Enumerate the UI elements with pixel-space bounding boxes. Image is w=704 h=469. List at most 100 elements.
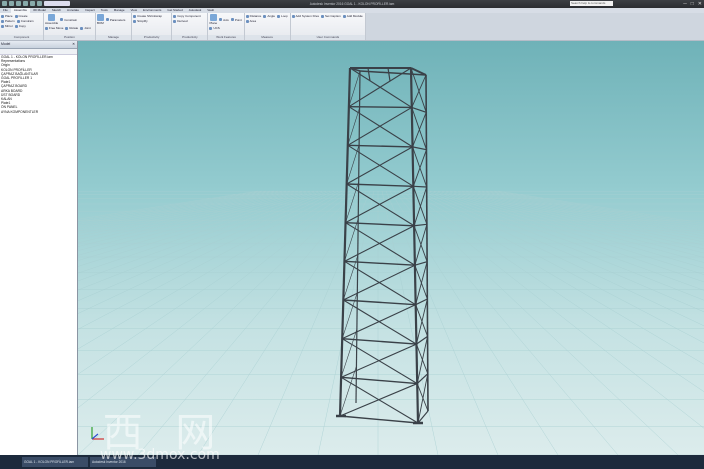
tower-brace xyxy=(346,183,415,227)
bom-button[interactable]: BOM xyxy=(96,14,104,25)
loop-button[interactable]: Loop xyxy=(277,14,288,18)
taskbar-item-document[interactable]: GOAL 1 - KOLON PROFİLLER.iam xyxy=(22,457,88,467)
ribbon-button-label: Add Module xyxy=(346,14,363,18)
ribbon-panel-label[interactable]: Component xyxy=(0,35,44,40)
ribbon-button-label: Angle xyxy=(267,14,276,18)
ribbon-panel-position: Assemble Constrain Free Move Rotate Joint Pos… xyxy=(44,13,96,40)
grid-line xyxy=(469,190,704,240)
grid-line xyxy=(417,190,704,327)
constrain-button[interactable]: Constrain xyxy=(16,19,34,23)
copy-component-button[interactable]: Copy Component xyxy=(173,14,201,18)
ribbon-panel-label[interactable]: Work Features xyxy=(208,35,244,40)
ribbon-button-label: Pattern xyxy=(5,19,15,23)
model-canvas[interactable] xyxy=(78,41,704,455)
ribbon-panel-measure: Distance Angle Loop Area Measure xyxy=(244,13,291,40)
ribbon-button-label: Assemble xyxy=(45,21,59,25)
ribbon-button-label: Set Caption xyxy=(325,14,341,18)
derived-button[interactable]: Derived xyxy=(173,19,188,23)
rotate-button[interactable]: Rotate xyxy=(65,26,78,30)
axis-button[interactable]: Axis xyxy=(219,14,229,25)
mirror-icon xyxy=(1,24,4,28)
maximize-button[interactable]: □ xyxy=(691,0,694,8)
title-bar: Autodesk Inventor 2016 GOAL 1 - KOLON PR… xyxy=(0,0,704,8)
distance-button[interactable]: Distance xyxy=(245,14,262,18)
tower-brace xyxy=(340,343,417,378)
joint-button[interactable]: Joint xyxy=(80,26,91,30)
ribbon-button-label: Create xyxy=(18,14,28,18)
axis-icon xyxy=(219,18,223,21)
copy-button[interactable]: Copy xyxy=(14,24,26,28)
place-button[interactable]: Place xyxy=(1,14,13,18)
add-module-button[interactable]: Add Module xyxy=(342,14,363,18)
grid-line xyxy=(457,190,704,250)
help-search-input[interactable]: Search help & commands xyxy=(570,1,613,6)
area-button[interactable]: Area xyxy=(245,19,257,23)
tower-brace xyxy=(412,146,428,188)
set-caption-icon xyxy=(321,14,325,18)
ribbon-panel-label[interactable]: Manage xyxy=(95,35,132,40)
ribbon-panel-label[interactable]: Productivity xyxy=(172,35,208,40)
tower-brace xyxy=(340,329,358,378)
grid-line xyxy=(453,190,704,254)
tower-brace xyxy=(416,383,429,412)
ribbon-button-label: Copy Component xyxy=(177,14,201,18)
ribbon-button-label: Free Move xyxy=(49,26,64,30)
ribbon-panel-label[interactable]: Measure xyxy=(244,35,290,40)
ribbon-button-label: BOM xyxy=(96,21,104,25)
tower-leg xyxy=(425,74,429,412)
ribbon-panel-label[interactable]: Productivity xyxy=(132,35,172,40)
point-icon xyxy=(230,18,234,21)
ribbon-button-label: Point xyxy=(234,17,242,22)
derived-icon xyxy=(173,19,177,23)
tower-horizontal xyxy=(415,298,428,306)
ribbon-panel-work-features: Plane Axis Point UCS Work Features xyxy=(208,13,245,40)
create-shrinkwrap-button[interactable]: Create Shrinkwrap xyxy=(133,14,162,18)
tower-horizontal xyxy=(413,185,427,188)
distance-icon xyxy=(245,14,249,18)
grid-line xyxy=(413,190,704,344)
constrain-button[interactable]: Constrain xyxy=(60,14,77,25)
add-module-icon xyxy=(342,14,346,18)
browser-node[interactable]: AYNA KOMPONENTLER xyxy=(1,110,77,114)
ribbon-button-label: Axis xyxy=(223,17,229,22)
minimize-button[interactable]: ─ xyxy=(683,0,687,8)
plane-button[interactable]: Plane xyxy=(209,14,217,25)
ribbon-panel-manage: BOM Parameters Manage xyxy=(95,13,133,40)
angle-button[interactable]: Angle xyxy=(263,14,275,18)
tower-brace xyxy=(411,74,427,108)
assemble-button[interactable]: Assemble xyxy=(45,14,58,25)
tower-brace xyxy=(415,304,428,337)
area-icon xyxy=(245,19,249,23)
ribbon-button-label: Distance xyxy=(249,14,262,18)
set-caption-button[interactable]: Set Caption xyxy=(321,14,341,18)
free-move-icon xyxy=(45,26,49,30)
ribbon-button-label: Parameters xyxy=(109,17,126,22)
ribbon-button-label: Area xyxy=(249,19,257,23)
pattern-icon xyxy=(1,19,4,23)
graphics-viewport[interactable] xyxy=(78,41,704,455)
grid-line xyxy=(257,190,371,455)
parameters-button[interactable]: Parameters xyxy=(105,14,126,25)
tower-brace xyxy=(414,265,428,300)
mirror-button[interactable]: Mirror xyxy=(1,24,13,28)
create-button[interactable]: Create xyxy=(14,14,28,18)
add-system-files-button[interactable]: Add System Files xyxy=(291,14,319,18)
ribbon-button-label: Simplify xyxy=(137,19,148,23)
ribbon-button-label: Mirror xyxy=(5,24,13,28)
angle-icon xyxy=(263,14,267,18)
copy-component-icon xyxy=(173,14,177,18)
close-icon[interactable]: ✕ xyxy=(72,41,75,48)
close-button[interactable]: ✕ xyxy=(698,0,702,8)
ribbon-panel-label[interactable]: User Commands xyxy=(290,35,366,40)
grid-line xyxy=(401,190,704,429)
ribbon-button-label: Constrain xyxy=(64,17,78,22)
point-button[interactable]: Point xyxy=(230,14,242,25)
ribbon-button-label: Joint xyxy=(84,26,91,30)
free-move-button[interactable]: Free Move xyxy=(45,26,63,30)
simplify-button[interactable]: Simplify xyxy=(133,19,148,23)
ribbon-panel-label[interactable]: Position xyxy=(44,35,95,40)
ribbon-button-label: Create Shrinkwrap xyxy=(137,14,162,18)
tower-horizontal xyxy=(348,105,412,109)
ucs-button[interactable]: UCS xyxy=(209,26,220,30)
pattern-button[interactable]: Pattern xyxy=(1,19,15,23)
